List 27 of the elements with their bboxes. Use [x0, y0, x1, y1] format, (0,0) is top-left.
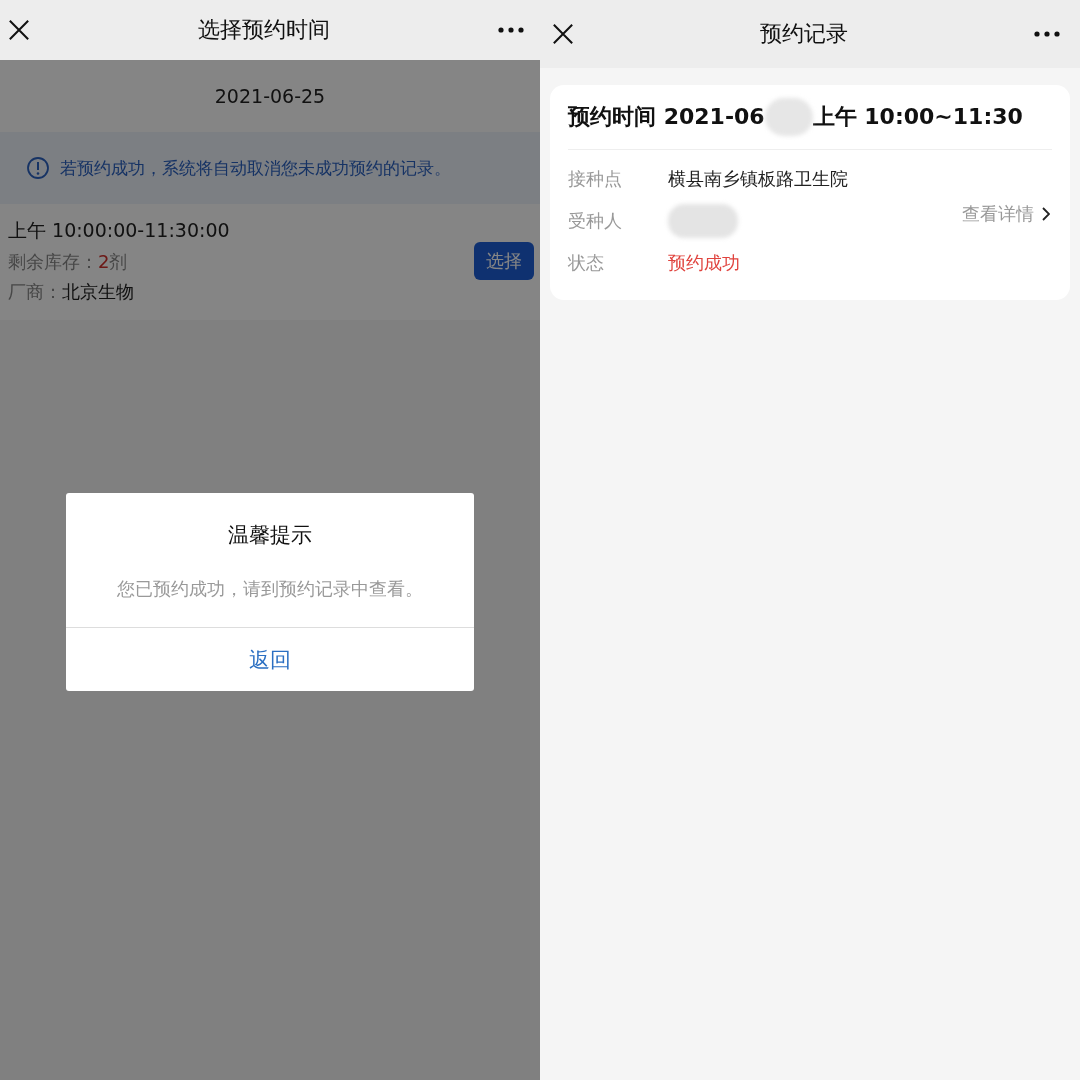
back-button[interactable]: 返回 [66, 627, 474, 691]
more-icon[interactable] [1034, 31, 1060, 37]
record-time: 上午 10:00~11:30 [812, 103, 1023, 131]
stock-text: 剩余库存：2剂 [8, 250, 129, 274]
select-button[interactable]: 选择 [474, 242, 534, 280]
field-value: 横县南乡镇板路卫生院 [668, 167, 848, 191]
page-title: 选择预约时间 [198, 16, 330, 44]
dialog-title: 温馨提示 [228, 522, 312, 549]
record-title: 预约时间 2021-06 [568, 103, 765, 131]
chevron-right-icon [1042, 207, 1050, 221]
maker-text: 厂商：北京生物 [8, 280, 135, 304]
info-icon [26, 156, 50, 180]
close-icon[interactable] [552, 23, 574, 45]
more-icon[interactable] [498, 27, 524, 33]
blurred-redaction [764, 98, 813, 136]
field-label: 状态 [568, 251, 605, 275]
date-label: 2021-06-25 [214, 85, 326, 107]
slot-time: 上午 10:00:00-11:30:00 [8, 218, 230, 243]
notice-text: 若预约成功，系统将自动取消您未成功预约的记录。 [60, 156, 451, 180]
page-title: 预约记录 [760, 20, 848, 48]
blurred-redaction [668, 204, 738, 238]
view-details-link[interactable]: 查看详情 [956, 201, 1056, 227]
field-label: 接种点 [568, 167, 623, 191]
close-icon[interactable] [8, 19, 30, 41]
dialog-message: 您已预约成功，请到预约记录中查看。 [116, 577, 424, 601]
field-label: 受种人 [568, 209, 623, 233]
status-value: 预约成功 [668, 251, 740, 275]
